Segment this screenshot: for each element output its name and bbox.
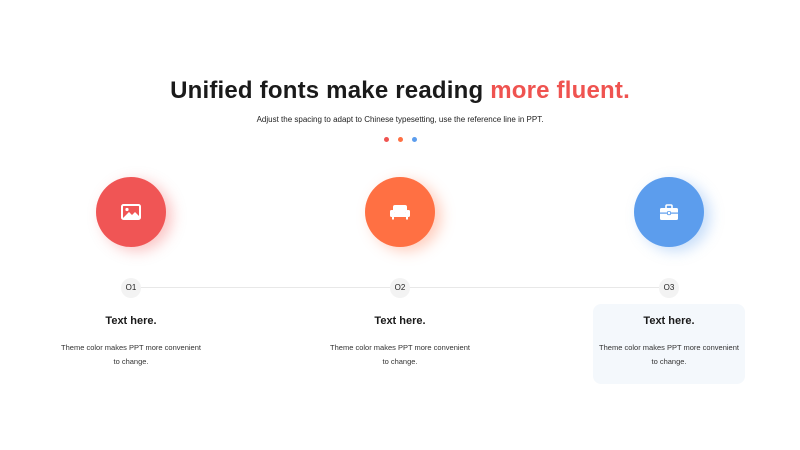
step-1-number: O1 (121, 278, 141, 298)
slide-title: Unified fonts make reading more fluent. (0, 74, 800, 108)
step-2-text: Theme color makes PPT more convenient to… (330, 343, 470, 366)
step-3-circle (634, 177, 704, 247)
title-main-text: Unified fonts make reading (170, 77, 491, 104)
blue-dot (411, 137, 417, 142)
decorative-dots (0, 137, 800, 142)
briefcase-icon (659, 203, 679, 221)
slide-subtitle: Adjust the spacing to adapt to Chinese t… (256, 115, 544, 124)
step-1-title: Text here. (105, 315, 157, 327)
step-2-title: Text here. (374, 315, 426, 327)
step-1-circle (96, 177, 166, 247)
red-dot (383, 137, 389, 142)
sofa-icon (389, 204, 411, 220)
step-2-circle (365, 177, 435, 247)
step-3-title: Text here. (643, 315, 695, 327)
slide: Unified fonts make reading more fluent. … (0, 0, 800, 450)
step-3-text: Theme color makes PPT more convenient to… (599, 343, 739, 366)
orange-dot (397, 137, 403, 142)
image-icon (121, 204, 141, 220)
step-3-number: O3 (659, 278, 679, 298)
step-1-card: Text here. Theme color makes PPT more co… (55, 304, 207, 384)
step-3-card: Text here. Theme color makes PPT more co… (593, 304, 745, 384)
step-1-text: Theme color makes PPT more convenient to… (61, 343, 201, 366)
title-accent-text: more fluent. (490, 77, 630, 104)
step-2-number: O2 (390, 278, 410, 298)
step-2-card: Text here. Theme color makes PPT more co… (324, 304, 476, 384)
